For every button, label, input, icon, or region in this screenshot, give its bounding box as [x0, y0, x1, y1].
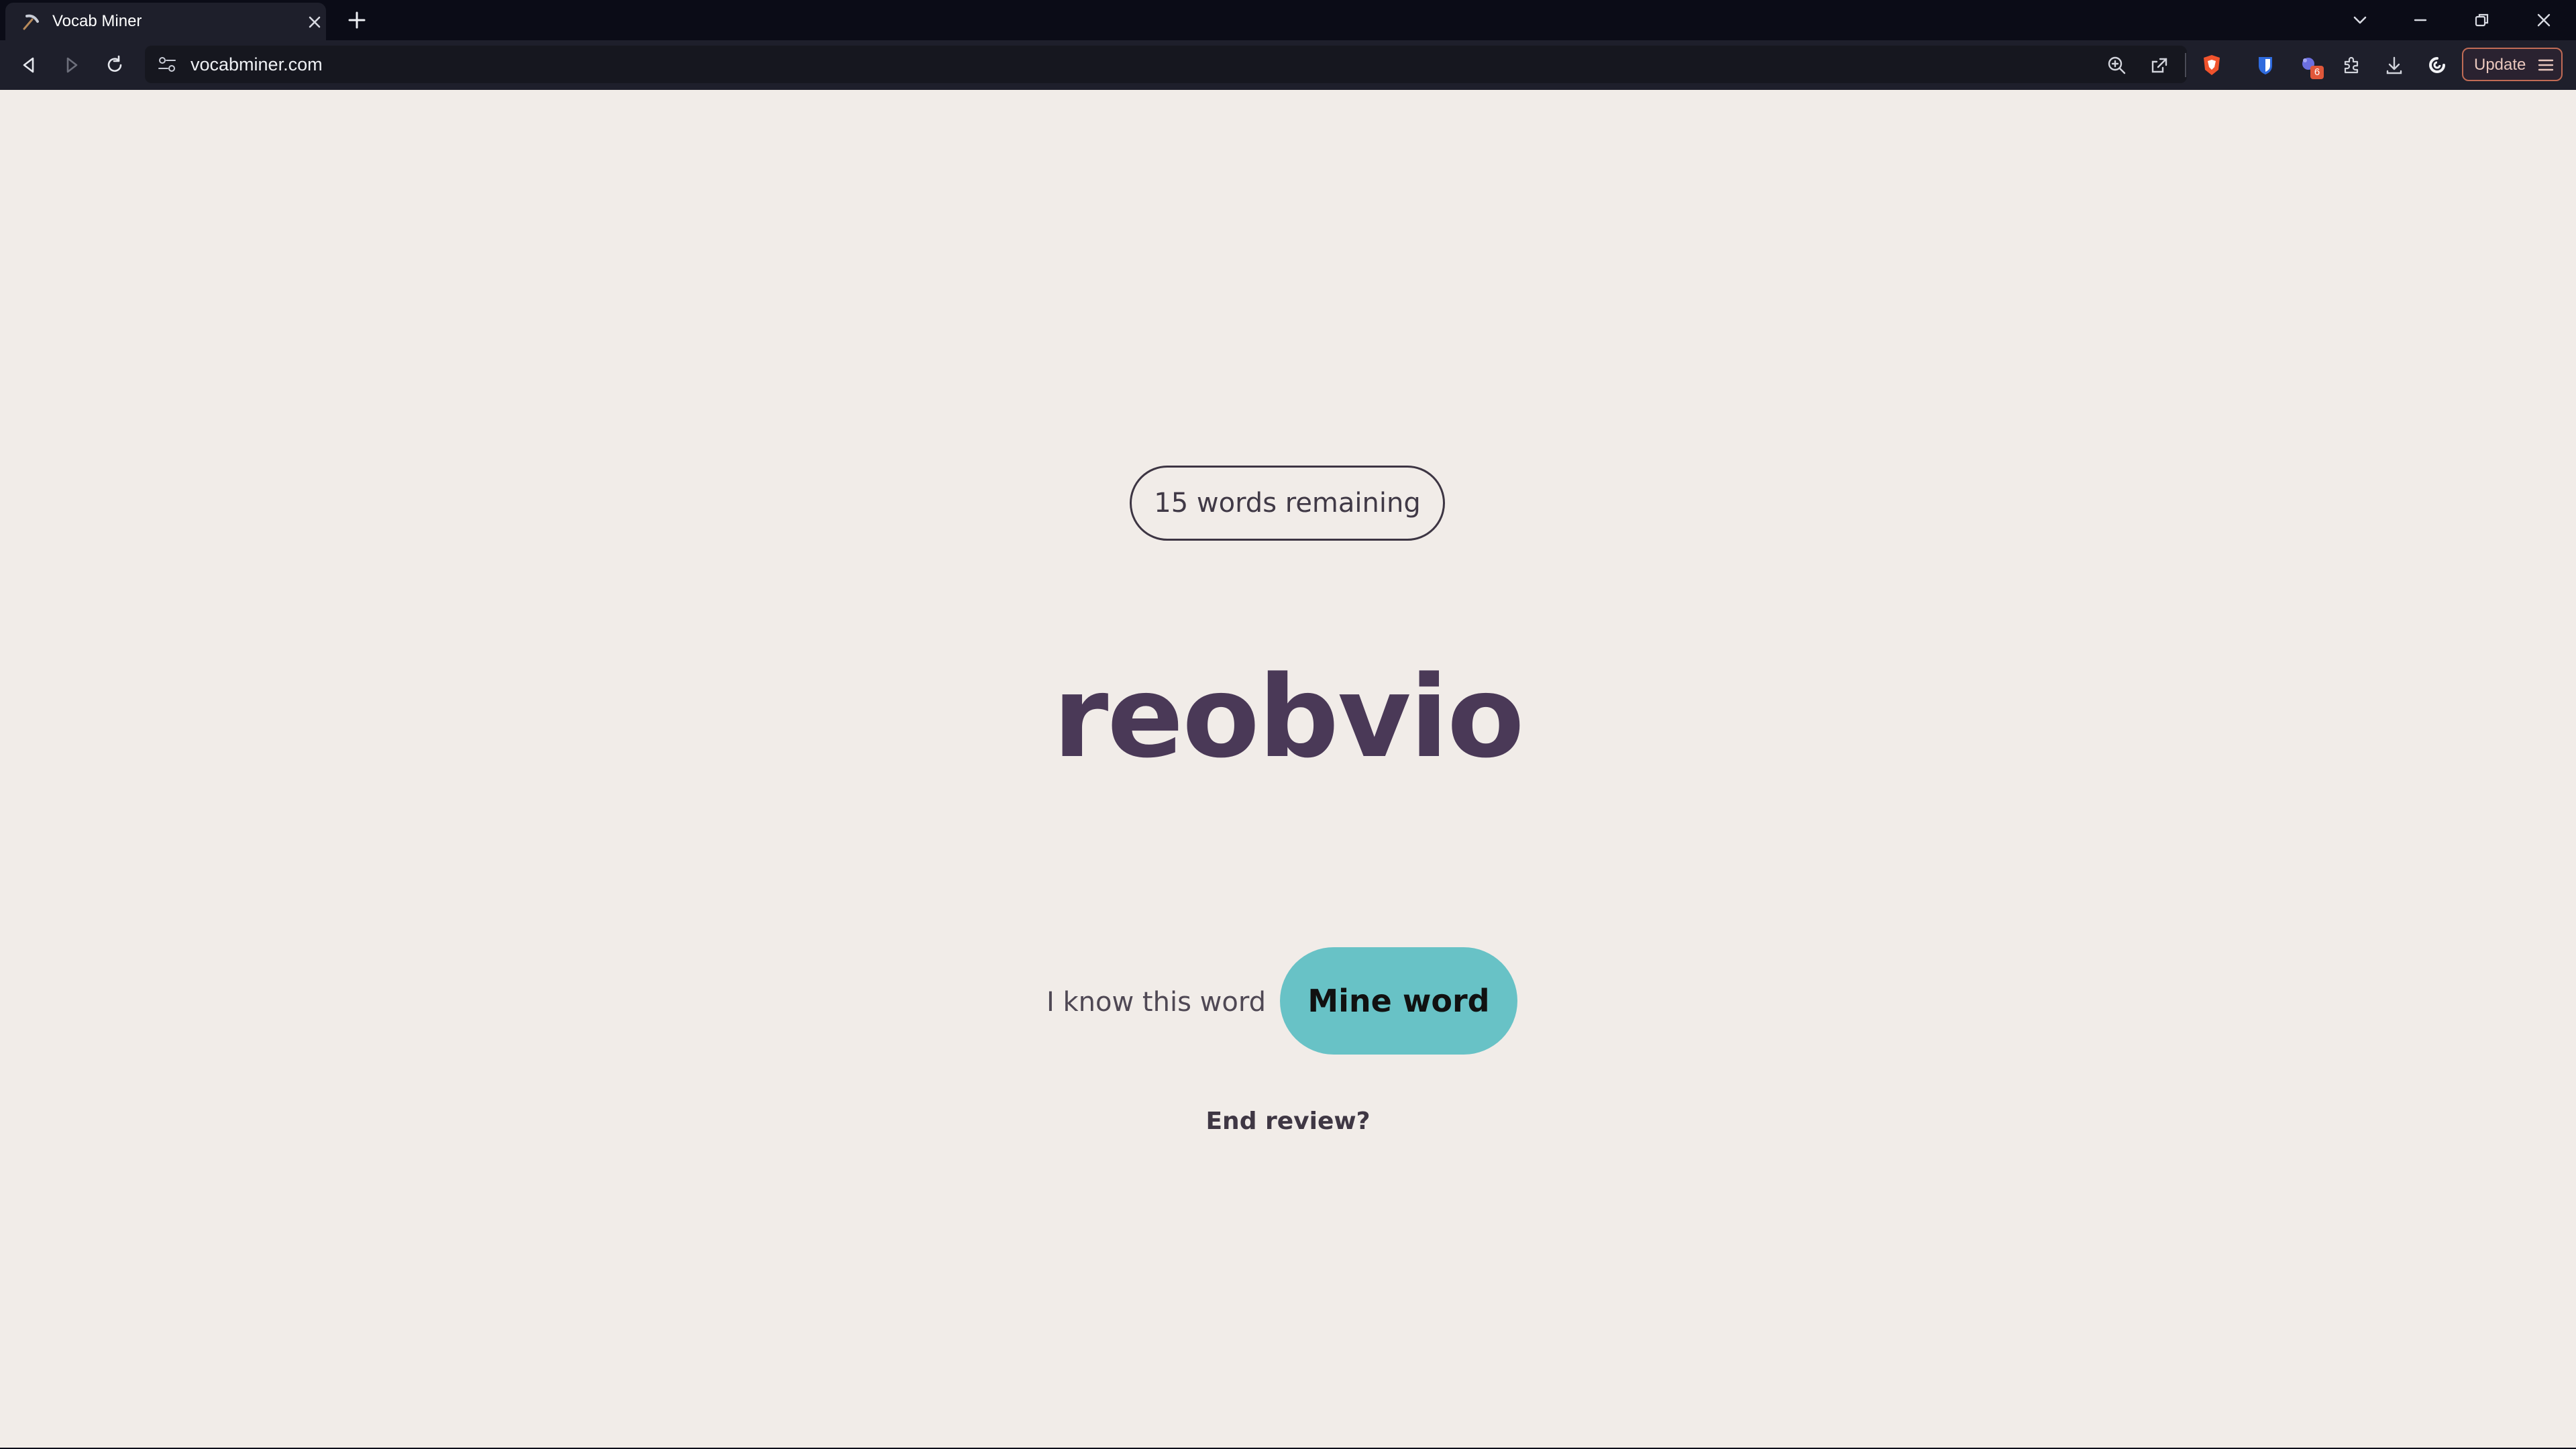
- site-settings-icon[interactable]: [157, 55, 177, 74]
- share-icon[interactable]: [2147, 52, 2172, 78]
- pickaxe-icon: [23, 14, 39, 30]
- restore-icon[interactable]: [2470, 8, 2494, 32]
- review-word: reobvio: [1053, 651, 1525, 783]
- zoom-icon[interactable]: [2104, 52, 2129, 78]
- url-text: vocabminer.com: [191, 54, 323, 74]
- tab-vocab-miner[interactable]: Vocab Miner: [5, 3, 326, 40]
- extension-badge-count: 6: [2310, 66, 2324, 79]
- back-icon[interactable]: [16, 52, 42, 78]
- tab-search-chevron-icon[interactable]: [2348, 8, 2372, 32]
- end-review-link[interactable]: End review?: [1154, 1102, 1422, 1142]
- address-bar[interactable]: vocabminer.com: [145, 46, 2187, 83]
- extensions-icon[interactable]: [2339, 52, 2364, 78]
- new-tab-icon[interactable]: [346, 9, 368, 31]
- mine-word-label: Mine word: [1307, 983, 1490, 1019]
- update-button[interactable]: Update: [2462, 48, 2563, 81]
- tab-title: Vocab Miner: [52, 12, 142, 30]
- forward-icon[interactable]: [59, 52, 85, 78]
- menu-icon: [2538, 59, 2554, 71]
- close-tab-icon[interactable]: [306, 13, 323, 31]
- browser-toolbar: vocabminer.com 6 Update: [0, 40, 2576, 90]
- mine-word-button[interactable]: Mine word: [1280, 947, 1517, 1055]
- page-content: 15 words remaining reobvio I know this w…: [0, 90, 2576, 1448]
- extension-badge[interactable]: 6: [2297, 52, 2324, 79]
- profile-icon[interactable]: [2424, 52, 2450, 78]
- brave-shields-icon[interactable]: [2199, 52, 2224, 78]
- downloads-icon[interactable]: [2381, 52, 2407, 78]
- bitwarden-icon[interactable]: [2253, 52, 2278, 78]
- tab-strip: Vocab Miner: [0, 0, 2576, 40]
- toolbar-separator: [2185, 53, 2186, 77]
- update-label: Update: [2474, 56, 2526, 74]
- words-remaining-badge: 15 words remaining: [1130, 466, 1445, 541]
- minimize-icon[interactable]: [2408, 8, 2432, 32]
- reload-icon[interactable]: [102, 52, 127, 78]
- close-window-icon[interactable]: [2532, 8, 2556, 32]
- words-remaining-text: 15 words remaining: [1154, 488, 1421, 519]
- know-word-button[interactable]: I know this word: [1046, 982, 1266, 1022]
